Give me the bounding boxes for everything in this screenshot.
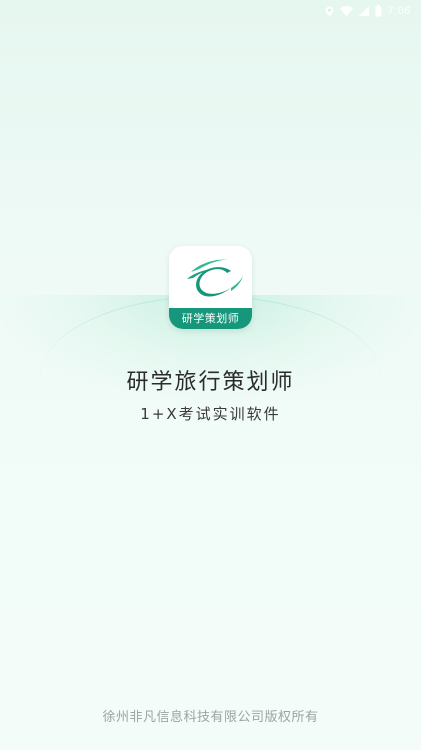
app-logo: 研学策划师 (169, 246, 252, 329)
battery-icon (375, 5, 382, 17)
location-icon (325, 6, 334, 17)
status-bar: 7:06 (0, 0, 421, 22)
copyright-text: 徐州非凡信息科技有限公司版权所有 (102, 710, 319, 725)
status-time: 7:06 (387, 5, 411, 17)
app-title: 研学旅行策划师 (126, 370, 295, 395)
wifi-icon (339, 6, 353, 16)
signal-icon (358, 6, 369, 16)
logo-band-label: 研学策划师 (169, 308, 252, 329)
travel-c-logo-icon (187, 259, 243, 297)
app-subtitle: 1+X考试实训软件 (140, 405, 281, 423)
